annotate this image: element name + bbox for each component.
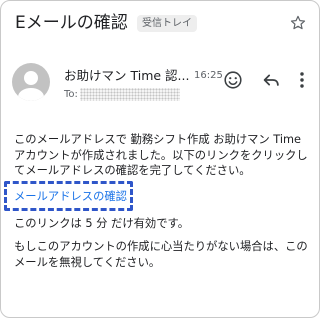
sender-name[interactable]: お助けマン Time 認... xyxy=(64,68,189,84)
redacted-recipient xyxy=(80,88,180,101)
email-subject: Eメールの確認 xyxy=(15,13,128,33)
inbox-label-badge[interactable]: 受信トレイ xyxy=(137,15,197,32)
confirm-email-link[interactable]: メールアドレスの確認 xyxy=(14,189,127,204)
email-body: このメールアドレスで 勤務シフト作成 お助けマン Time アカウントが作成され… xyxy=(14,132,310,179)
star-icon[interactable] xyxy=(289,14,307,32)
more-vertical-icon[interactable] xyxy=(296,69,308,91)
email-time: 16:25 xyxy=(194,70,223,81)
body-paragraph-2: このリンクは 5 分 だけ有効です。 xyxy=(14,217,189,230)
reply-icon[interactable] xyxy=(260,69,282,91)
sender-avatar-icon[interactable] xyxy=(12,63,50,101)
subject-row: Eメールの確認 受信トレイ xyxy=(15,13,309,33)
body-paragraph-3: もしこのアカウントの作成に心当たりがない場合は、このメールを無視してください。 xyxy=(14,240,308,269)
email-view: Eメールの確認 受信トレイ お助けマン Time 認... 16:25 To: … xyxy=(0,0,320,318)
smiley-icon[interactable] xyxy=(222,69,244,91)
body-paragraph-1: このメールアドレスで 勤務シフト作成 お助けマン Time アカウントが作成され… xyxy=(14,133,308,177)
to-label: To: xyxy=(64,89,78,100)
